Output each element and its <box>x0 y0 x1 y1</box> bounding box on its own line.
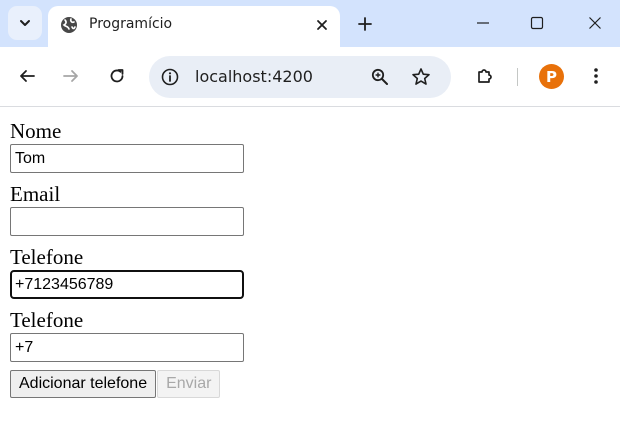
menu-button[interactable] <box>581 61 611 91</box>
new-tab-button[interactable] <box>352 11 378 37</box>
chevron-down-icon <box>20 20 30 26</box>
phone-input-1[interactable] <box>10 270 244 299</box>
puzzle-icon <box>478 69 492 83</box>
star-icon <box>412 68 430 85</box>
close-icon <box>589 17 601 29</box>
reload-button[interactable] <box>102 61 132 91</box>
submit-button[interactable]: Enviar <box>157 370 221 398</box>
tab-search-button[interactable] <box>8 6 42 40</box>
forward-button[interactable] <box>56 61 86 91</box>
name-label: Nome <box>10 119 62 143</box>
maximize-button[interactable] <box>515 6 559 40</box>
zoom-icon <box>371 68 388 85</box>
phone-label-1: Telefone <box>10 245 84 269</box>
plus-icon <box>358 17 372 31</box>
tab-close-button[interactable] <box>311 14 333 36</box>
info-icon <box>161 68 179 86</box>
address-bar[interactable]: localhost:4200 <box>149 56 451 98</box>
maximize-icon <box>530 16 544 30</box>
tab-title: Programício <box>89 16 173 32</box>
more-vertical-icon <box>594 68 598 84</box>
add-phone-button[interactable]: Adicionar telefone <box>10 370 157 398</box>
address-url: localhost:4200 <box>195 67 313 86</box>
phone-label-2: Telefone <box>10 308 84 332</box>
extensions-button[interactable] <box>470 61 500 91</box>
toolbar-divider <box>517 68 518 86</box>
profile-avatar[interactable]: P <box>539 64 564 89</box>
back-button[interactable] <box>12 61 42 91</box>
site-info-button[interactable] <box>159 66 181 88</box>
form-actions: Adicionar telefone Enviar <box>10 370 610 398</box>
close-window-button[interactable] <box>573 6 617 40</box>
globe-icon <box>61 17 77 33</box>
contact-form: Nome Email Telefone Telefone Adicionar t… <box>10 118 610 398</box>
name-input[interactable] <box>10 144 244 173</box>
close-icon <box>317 20 327 30</box>
tab-strip: Programício <box>0 0 620 47</box>
arrow-left-icon <box>20 70 35 82</box>
email-input[interactable] <box>10 207 244 236</box>
arrow-right-icon <box>63 70 78 82</box>
reload-icon <box>110 69 124 83</box>
browser-toolbar: localhost:4200 P <box>0 47 620 107</box>
bookmark-button[interactable] <box>410 66 432 88</box>
zoom-button[interactable] <box>369 66 391 88</box>
active-tab[interactable]: Programício <box>48 6 340 47</box>
minimize-button[interactable] <box>461 6 505 40</box>
email-label: Email <box>10 182 61 206</box>
minimize-icon <box>477 22 489 24</box>
phone-input-2[interactable] <box>10 333 244 362</box>
